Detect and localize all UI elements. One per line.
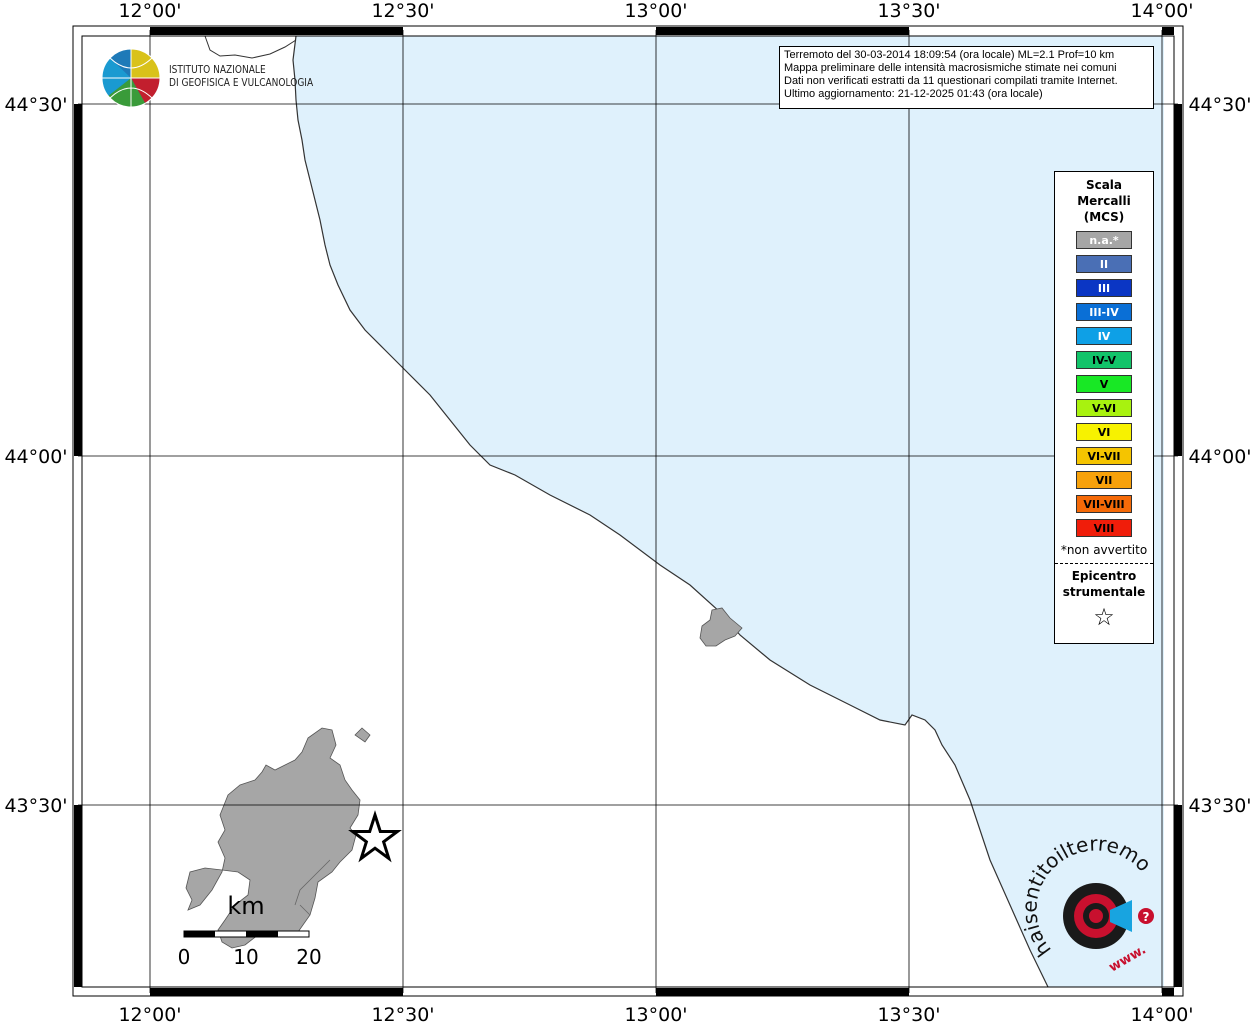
lon-label: 13°00' xyxy=(624,1004,687,1024)
legend-swatch: VI-VII xyxy=(1076,447,1132,465)
info-line: Dati non verificati estratti da 11 quest… xyxy=(784,75,1118,87)
lon-labels-bottom: 12°00' 12°30' 13°00' 13°30' 14°00' xyxy=(118,1004,1193,1024)
legend-swatch: V xyxy=(1076,375,1132,393)
lat-label: 44°00' xyxy=(1188,446,1251,468)
scale-unit: km xyxy=(227,892,264,920)
lat-labels-right: 44°30' 44°00' 43°30' xyxy=(1188,94,1251,817)
legend-title: Scala Mercalli (MCS) xyxy=(1055,177,1153,225)
logo-line2: DI GEOFISICA E VULCANOLOGIA xyxy=(169,76,314,89)
lon-label: 13°00' xyxy=(624,0,687,22)
legend-note: *non avvertito xyxy=(1060,543,1148,557)
scale-tick: 10 xyxy=(233,945,258,969)
lon-labels-top: 12°00' 12°30' 13°00' 13°30' 14°00' xyxy=(118,0,1193,22)
islet xyxy=(354,727,371,743)
info-line: Mappa preliminare delle intensità macros… xyxy=(784,62,1117,74)
event-info-box: Terremoto del 30-03-2014 18:09:54 (ora l… xyxy=(779,46,1154,109)
scale-tick: 20 xyxy=(296,945,321,969)
legend-swatch: VII xyxy=(1076,471,1132,489)
logo-line1: ISTITUTO NAZIONALE xyxy=(169,63,266,76)
legend-divider xyxy=(1055,563,1153,564)
ingv-logo-icon xyxy=(101,48,161,108)
legend-title-line: Mercalli xyxy=(1077,194,1131,208)
lon-label: 12°00' xyxy=(118,1004,181,1024)
lon-label: 12°00' xyxy=(118,0,181,22)
info-line: Terremoto del 30-03-2014 18:09:54 (ora l… xyxy=(784,49,1115,61)
lon-label: 14°00' xyxy=(1130,1004,1193,1024)
lat-labels-left: 44°30' 44°00' 43°30' xyxy=(4,94,67,817)
lon-label: 12°30' xyxy=(371,0,434,22)
legend-swatch: IV xyxy=(1076,327,1132,345)
legend-swatch: II xyxy=(1076,255,1132,273)
lat-label: 43°30' xyxy=(4,795,67,817)
legend-swatch: VI xyxy=(1076,423,1132,441)
epicenter-legend-title: Epicentro strumentale xyxy=(1055,568,1153,600)
lat-label: 44°00' xyxy=(4,446,67,468)
legend-swatches: n.a.* II III III-IV IV IV-V V V-VI VI VI-VII VII VI… xyxy=(1055,231,1153,537)
lat-label: 44°30' xyxy=(1188,94,1251,116)
legend-swatch: VII-VIII xyxy=(1076,495,1132,513)
epicenter-star-icon xyxy=(348,810,402,863)
legend-title-line: Scala xyxy=(1085,178,1123,192)
intensity-legend: Scala Mercalli (MCS) n.a.* II III III-IV IV I… xyxy=(1054,171,1154,644)
coast-north xyxy=(204,35,297,59)
info-line: Ultimo aggiornamento: 21-12-2025 01:43 (… xyxy=(784,88,1043,100)
municipality-territory xyxy=(185,727,361,949)
legend-swatch: III xyxy=(1076,279,1132,297)
badge-question: ? xyxy=(1143,910,1150,924)
legend-swatch: III-IV xyxy=(1076,303,1132,321)
legend-swatch: n.a.* xyxy=(1076,231,1132,249)
lat-label: 44°30' xyxy=(4,94,67,116)
legend-swatch: IV-V xyxy=(1076,351,1132,369)
adriatic-sea xyxy=(293,36,1164,987)
lat-label: 43°30' xyxy=(1188,795,1251,817)
legend-title-line: (MCS) xyxy=(1083,210,1125,224)
epicenter-title-line: Epicentro xyxy=(1071,569,1137,583)
scale-tick: 0 xyxy=(178,945,191,969)
ingv-logo-text: ISTITUTO NAZIONALE DI GEOFISICA E VULCAN… xyxy=(169,63,313,89)
legend-swatch: V-VI xyxy=(1076,399,1132,417)
lon-label: 14°00' xyxy=(1130,0,1193,22)
lon-label: 12°30' xyxy=(371,1004,434,1024)
lon-label: 13°30' xyxy=(877,0,940,22)
epicenter-legend-star-icon: ☆ xyxy=(1093,603,1115,631)
legend-swatch: VIII xyxy=(1076,519,1132,537)
epicenter-title-line: strumentale xyxy=(1062,585,1146,599)
lon-label: 13°30' xyxy=(877,1004,940,1024)
